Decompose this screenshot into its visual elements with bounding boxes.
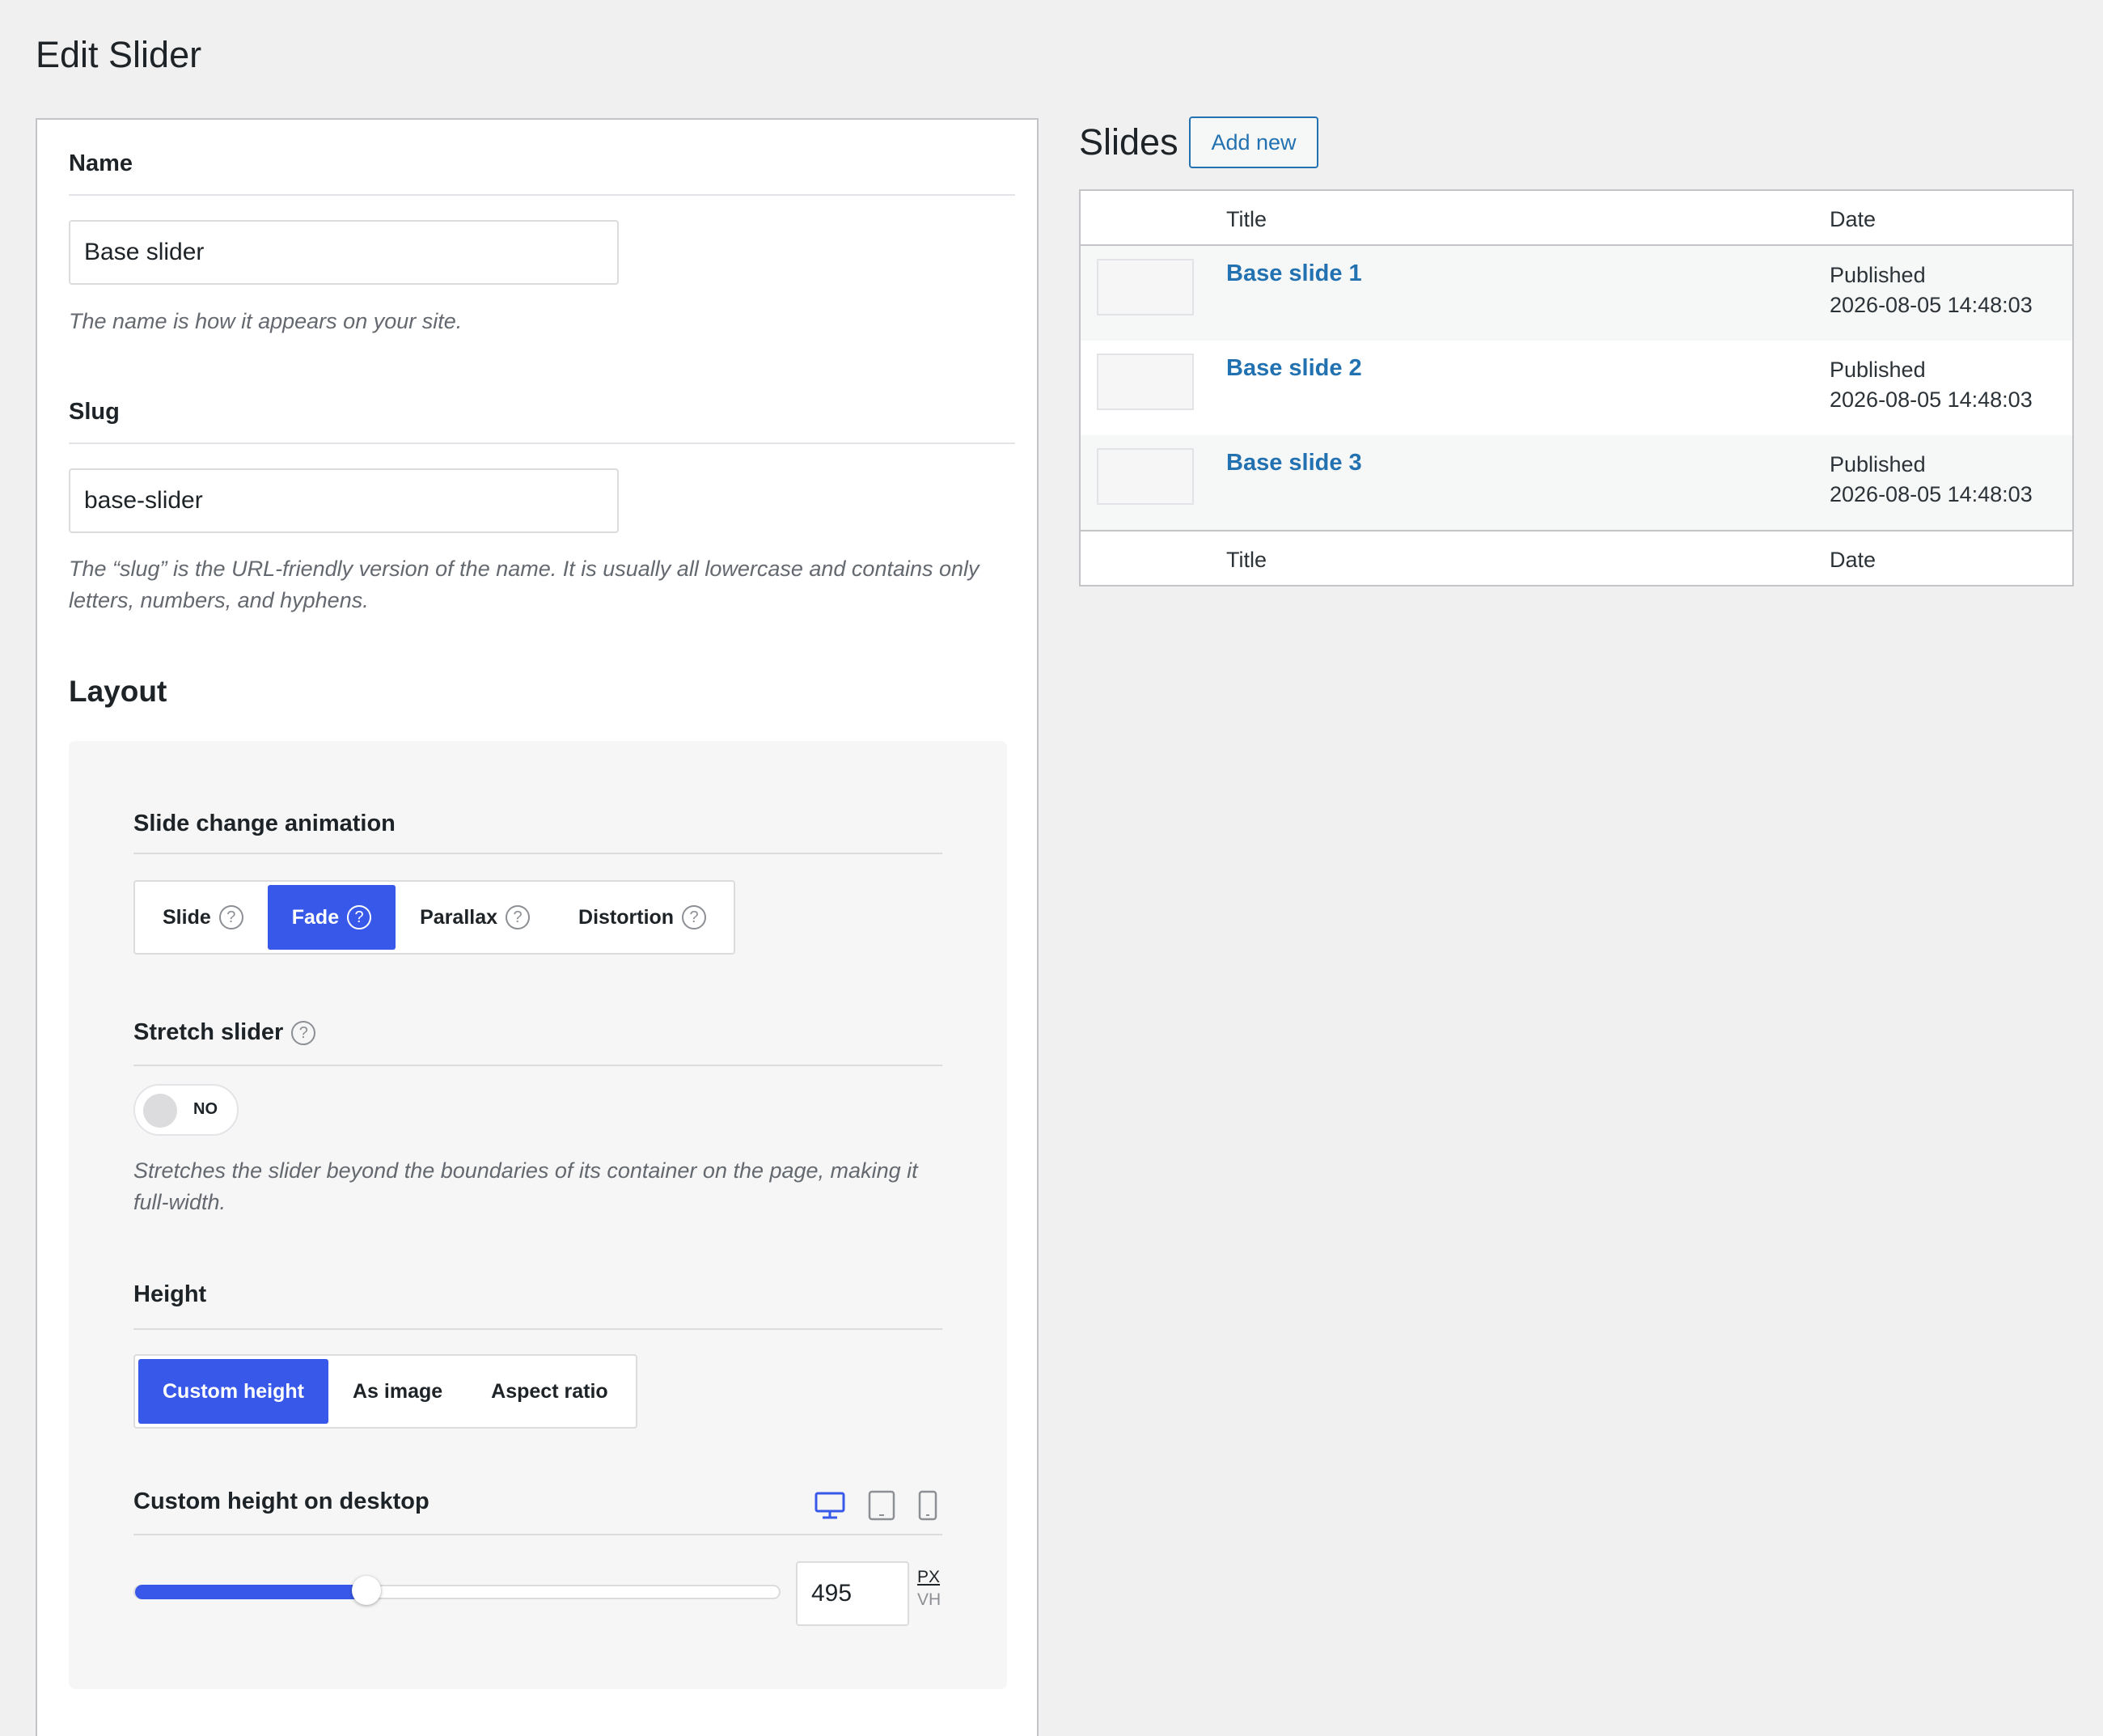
table-footer: Title Date [1081, 530, 2072, 585]
stretch-help-text: Stretches the slider beyond the boundari… [133, 1158, 918, 1214]
height-label: Height [133, 1281, 207, 1307]
slide-date-cell: Published 2026-08-05 14:48:03 [1830, 452, 2033, 506]
slug-help-text: The “slug” is the URL-friendly version o… [69, 557, 980, 612]
slug-input[interactable] [69, 468, 619, 533]
toggle-knob [143, 1094, 177, 1128]
name-input[interactable] [69, 220, 619, 285]
divider [133, 1328, 942, 1330]
slide-title-link[interactable]: Base slide 3 [1226, 450, 1362, 476]
slider-settings-panel: Name The name is how it appears on your … [36, 118, 1039, 1736]
divider [69, 442, 1015, 444]
table-row: Base slide 1 Published 2026-08-05 14:48:… [1081, 246, 2072, 341]
page-title: Edit Slider [36, 34, 202, 75]
add-new-button[interactable]: Add new [1189, 116, 1318, 168]
name-label: Name [69, 150, 133, 176]
device-switcher [814, 1490, 938, 1521]
slide-title-link[interactable]: Base slide 1 [1226, 260, 1362, 287]
divider [69, 194, 1015, 196]
help-icon[interactable]: ? [347, 905, 372, 929]
column-title-header[interactable]: Title [1226, 207, 1267, 232]
name-help-text: The name is how it appears on your site. [69, 309, 463, 333]
slide-title-link[interactable]: Base slide 2 [1226, 355, 1362, 382]
slug-label: Slug [69, 399, 120, 425]
slide-thumbnail[interactable] [1097, 354, 1194, 410]
column-date-footer[interactable]: Date [1830, 548, 1876, 573]
slider-thumb[interactable] [351, 1576, 381, 1605]
slide-thumbnail[interactable] [1097, 448, 1194, 505]
stretch-label: Stretch slider? [133, 1019, 316, 1046]
animation-option-slide[interactable]: Slide? [138, 885, 268, 950]
slides-table: Title Date Base slide 1 Published 2026-0… [1079, 189, 2074, 586]
height-option-as-image[interactable]: As image [328, 1359, 467, 1424]
divider [133, 853, 942, 854]
layout-title: Layout [69, 675, 167, 708]
mobile-icon[interactable] [917, 1490, 938, 1521]
height-range-slider[interactable] [133, 1576, 781, 1605]
column-title-footer[interactable]: Title [1226, 548, 1267, 573]
tablet-icon[interactable] [867, 1490, 896, 1521]
toggle-state-text: NO [193, 1100, 218, 1118]
animation-option-parallax[interactable]: Parallax? [396, 885, 554, 950]
animation-option-distortion[interactable]: Distortion? [554, 885, 730, 950]
slider-fill [135, 1585, 366, 1599]
slides-title: Slides [1079, 121, 1178, 163]
custom-height-label: Custom height on desktop [133, 1488, 429, 1514]
help-icon[interactable]: ? [291, 1021, 316, 1046]
height-option-custom[interactable]: Custom height [138, 1359, 328, 1424]
slide-date-cell: Published 2026-08-05 14:48:03 [1830, 358, 2033, 412]
table-header: Title Date [1081, 191, 2072, 246]
help-icon[interactable]: ? [218, 905, 243, 929]
desktop-icon[interactable] [814, 1490, 846, 1521]
stretch-toggle[interactable]: NO [133, 1084, 239, 1136]
help-icon[interactable]: ? [506, 905, 531, 929]
animation-segmented-control: Slide? Fade? Parallax? Distortion? [133, 880, 736, 955]
animation-option-fade[interactable]: Fade? [267, 885, 396, 950]
divider [133, 1065, 942, 1066]
height-option-aspect-ratio[interactable]: Aspect ratio [467, 1359, 632, 1424]
table-row: Base slide 3 Published 2026-08-05 14:48:… [1081, 435, 2072, 530]
unit-vh-option[interactable]: VH [917, 1590, 941, 1610]
height-number-input[interactable]: 495 [796, 1561, 909, 1626]
help-icon[interactable]: ? [682, 905, 707, 929]
unit-px-option[interactable]: PX [917, 1568, 940, 1587]
column-date-header[interactable]: Date [1830, 207, 1876, 232]
height-segmented-control: Custom height As image Aspect ratio [133, 1354, 637, 1429]
divider [133, 1534, 942, 1535]
animation-label: Slide change animation [133, 811, 396, 836]
slide-date-cell: Published 2026-08-05 14:48:03 [1830, 263, 2033, 317]
slide-thumbnail[interactable] [1097, 259, 1194, 315]
table-row: Base slide 2 Published 2026-08-05 14:48:… [1081, 341, 2072, 435]
